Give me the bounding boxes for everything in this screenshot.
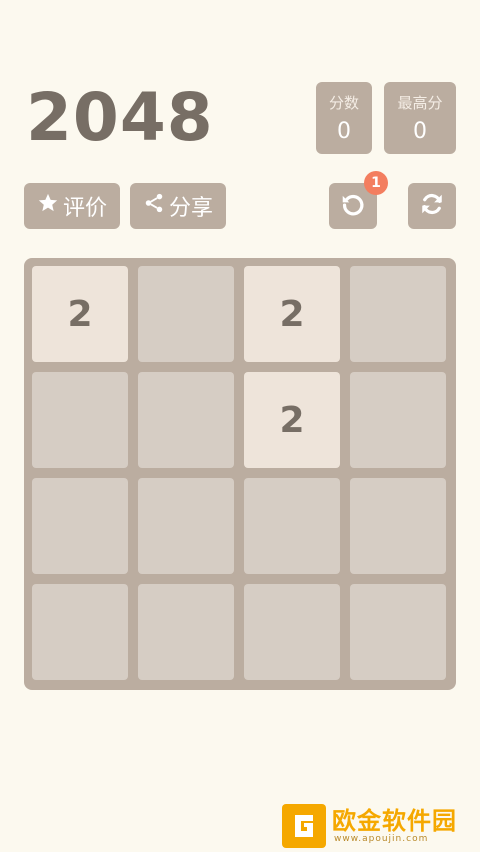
tile-r3-c4 [350, 478, 446, 574]
share-label: 分享 [168, 196, 213, 221]
score-value: 0 [337, 119, 351, 144]
tile-r1-c4 [350, 266, 446, 362]
game-board[interactable]: 2 2 2 [24, 258, 456, 690]
tile-r3-c1 [32, 478, 128, 574]
tile-r3-c3 [244, 478, 340, 574]
watermark-logo-icon [282, 804, 326, 848]
tile-r4-c1 [32, 584, 128, 680]
tile-r4-c3 [244, 584, 340, 680]
tile-r2-c1 [32, 372, 128, 468]
watermark: 欧金软件园 www.apoujin.com [282, 802, 478, 850]
rate-label: 评价 [62, 196, 107, 221]
tile-r1-c2 [138, 266, 234, 362]
star-icon [37, 192, 59, 220]
watermark-name: 欧金软件园 [332, 807, 457, 835]
tile-r2-c2 [138, 372, 234, 468]
game-title: 2048 [26, 79, 214, 156]
tile-r4-c4 [350, 584, 446, 680]
undo-count-badge: 1 [364, 171, 388, 195]
best-score-box: 最高分 0 [384, 82, 456, 154]
tile-r1-c3: 2 [244, 266, 340, 362]
watermark-url: www.apoujin.com [334, 834, 429, 844]
undo-icon [340, 191, 366, 221]
refresh-icon [419, 191, 445, 221]
best-score-label: 最高分 [397, 94, 443, 112]
tile-r4-c2 [138, 584, 234, 680]
tile-r2-c4 [350, 372, 446, 468]
share-button[interactable]: 分享 [130, 183, 226, 229]
share-icon [143, 192, 165, 220]
tile-r3-c2 [138, 478, 234, 574]
restart-button[interactable] [408, 183, 456, 229]
best-score-value: 0 [413, 119, 427, 144]
rate-button[interactable]: 评价 [24, 183, 120, 229]
tile-r2-c3: 2 [244, 372, 340, 468]
tile-r1-c1: 2 [32, 266, 128, 362]
score-label: 分数 [328, 94, 359, 112]
score-box: 分数 0 [316, 82, 372, 154]
